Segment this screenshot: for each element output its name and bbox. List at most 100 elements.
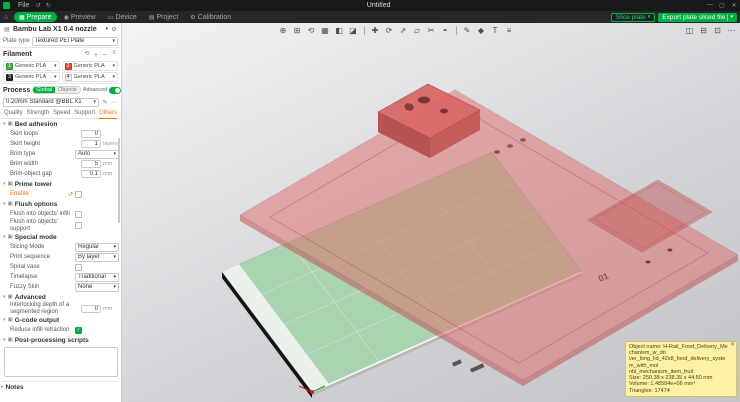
param-tab-quality[interactable]: Quality	[4, 108, 23, 119]
param-tab-support[interactable]: Support	[74, 108, 95, 119]
auto-orient-icon[interactable]: ⟲	[305, 24, 318, 37]
assembly-view-icon[interactable]: ◫	[683, 24, 696, 37]
slicing-mode-select[interactable]: Regular▾	[75, 243, 119, 252]
more-view-options-icon[interactable]: ⋯	[725, 24, 738, 37]
filament-slot-1[interactable]: 1Generic PLA▾	[3, 61, 60, 71]
close-button[interactable]: ✕	[728, 2, 740, 9]
reduce-infill-retraction-checkbox[interactable]: ✓	[75, 327, 82, 334]
maximize-button[interactable]: ▢	[716, 2, 728, 9]
add-plate-icon[interactable]: ⊞	[291, 24, 304, 37]
post-processing-scripts-input[interactable]	[4, 347, 118, 377]
unit-label: mm	[103, 171, 119, 177]
flush-into-objects-support-checkbox[interactable]	[75, 222, 82, 229]
group-post-processing-scripts[interactable]: ▾▣Post-processing scripts	[2, 335, 119, 345]
flush-volumes-icon[interactable]: ≡	[110, 50, 118, 59]
group-notes[interactable]: ▸ Notes	[0, 382, 121, 392]
group-special-mode[interactable]: ▾▣Special mode	[2, 232, 119, 242]
brim-width-label: Brim width	[10, 161, 73, 168]
bambu-studio-window: File ↺↻ Untitled —▢✕ ⌂ ▦Prepare◉Preview▭…	[0, 0, 740, 402]
brim-type-select[interactable]: Auto▾	[75, 150, 119, 159]
chevron-down-icon[interactable]: ▾	[105, 26, 108, 32]
sidebar-scrollbar[interactable]	[118, 138, 120, 223]
filament-slot-4[interactable]: 4Generic PLA▾	[62, 72, 119, 82]
process-scope-toggle[interactable]: Global Objects	[32, 86, 81, 94]
export-plate-button[interactable]: Export plate sliced file ▾	[658, 13, 737, 22]
window-title: Untitled	[53, 2, 704, 9]
tab-preview[interactable]: ◉Preview	[59, 12, 101, 22]
filament-color-swatch: 1	[6, 63, 13, 70]
printer-name[interactable]: Bambu Lab X1 0.4 nozzle	[13, 26, 103, 33]
flush-into-objects-infill-label: Flush into objects' infill	[10, 211, 73, 218]
group-advanced[interactable]: ▾▣Advanced	[2, 292, 119, 302]
group-flush-options[interactable]: ▾▣Flush options	[2, 199, 119, 209]
slice-plate-button[interactable]: Slice plate ▾	[611, 13, 656, 22]
brim-width-input[interactable]	[81, 160, 101, 168]
printer-settings-icon[interactable]: ⚙	[110, 26, 118, 33]
brim-object-gap-input[interactable]	[81, 170, 101, 178]
undo-icon[interactable]: ↺	[33, 2, 43, 9]
enable-checkbox[interactable]	[75, 191, 82, 198]
group-title: Prime tower	[15, 181, 52, 188]
scale-icon[interactable]: ⇗	[397, 24, 410, 37]
setting-row-reduce-infill-retraction: Reduce infill retraction✓	[2, 325, 119, 335]
device-icon: ▭	[108, 14, 114, 21]
sync-filament-icon[interactable]: ⟲	[83, 50, 91, 59]
tab-label: Device	[115, 14, 136, 21]
mesh-boolean-icon[interactable]: ◓	[439, 24, 452, 37]
add-filament-icon[interactable]: ＋	[92, 50, 100, 59]
place-on-face-icon[interactable]: ▱	[411, 24, 424, 37]
viewport-3d[interactable]: ⊕⊞⟲▦◧◪✚⟳⇗▱✂◓✎◆T≡ ◫⊟⊡⋯ 01	[122, 23, 740, 402]
seam-painting-icon[interactable]: ◆	[475, 24, 488, 37]
group-prime-tower[interactable]: ▾▣Prime tower	[2, 179, 119, 189]
filament-slot-3[interactable]: 3Generic PLA▾	[3, 72, 60, 82]
preview-icon: ◉	[64, 14, 69, 21]
param-tab-speed[interactable]: Speed	[53, 108, 70, 119]
spiral-vase-checkbox[interactable]	[75, 264, 82, 271]
fit-view-icon[interactable]: ⊡	[711, 24, 724, 37]
setting-control	[75, 264, 119, 271]
advanced-toggle[interactable]	[109, 87, 121, 94]
preset-more-icon[interactable]: ⋯	[110, 99, 118, 106]
split-to-objects-icon[interactable]: ◧	[333, 24, 346, 37]
move-icon[interactable]: ✚	[369, 24, 382, 37]
edit-preset-icon[interactable]: ✎	[101, 99, 109, 106]
group-g-code-output[interactable]: ▾▣G-code output	[2, 315, 119, 325]
setting-control: mm	[75, 170, 119, 178]
add-icon[interactable]: ⊕	[277, 24, 290, 37]
skirt-loops-input[interactable]	[81, 130, 101, 138]
tab-prepare[interactable]: ▦Prepare	[14, 12, 57, 22]
group-icon: ▣	[8, 201, 13, 207]
remove-filament-icon[interactable]: －	[101, 50, 109, 59]
skirt-height-input[interactable]	[81, 140, 101, 148]
tab-calibration[interactable]: ⚙Calibration	[185, 12, 236, 22]
chevron-down-icon: ▾	[54, 74, 57, 80]
print-sequence-select[interactable]: By layer▾	[75, 253, 119, 262]
tab-project[interactable]: ▤Project	[144, 12, 183, 22]
filament-slot-2[interactable]: 2Generic PLA▾	[62, 61, 119, 71]
rotate-icon[interactable]: ⟳	[383, 24, 396, 37]
revert-icon[interactable]: ↺	[68, 191, 73, 198]
variable-layer-height-icon[interactable]: ≡	[503, 24, 516, 37]
param-tab-strength[interactable]: Strength	[26, 108, 49, 119]
file-menu[interactable]: File	[14, 2, 33, 9]
arrange-icon[interactable]: ▦	[319, 24, 332, 37]
plate-settings-icon[interactable]: ⊟	[697, 24, 710, 37]
timelapse-select[interactable]: Traditional▾	[75, 273, 119, 282]
interlocking-depth-of-a-segmented-region-input[interactable]	[81, 305, 101, 313]
cut-icon[interactable]: ✂	[425, 24, 438, 37]
fuzzy-skin-select[interactable]: None▾	[75, 283, 119, 292]
home-icon[interactable]: ⌂	[0, 14, 12, 21]
tab-device[interactable]: ▭Device	[103, 12, 142, 22]
plate-type-select[interactable]: Textured PEI Plate ▾	[32, 37, 118, 46]
minimize-button[interactable]: —	[704, 2, 716, 9]
redo-icon[interactable]: ↻	[43, 2, 53, 9]
close-icon[interactable]: ✕	[730, 342, 735, 348]
split-to-parts-icon[interactable]: ◪	[347, 24, 360, 37]
process-preset-select[interactable]: 0.20mm Standard @BBL X1 ▾	[3, 98, 99, 107]
param-tab-others[interactable]: Others	[99, 108, 117, 119]
support-painting-icon[interactable]: ✎	[461, 24, 474, 37]
setting-control: Traditional▾	[75, 273, 119, 282]
flush-into-objects-infill-checkbox[interactable]	[75, 211, 82, 218]
text-tool-icon[interactable]: T	[489, 24, 502, 37]
group-bed-adhesion[interactable]: ▾▣Bed adhesion	[2, 119, 119, 129]
